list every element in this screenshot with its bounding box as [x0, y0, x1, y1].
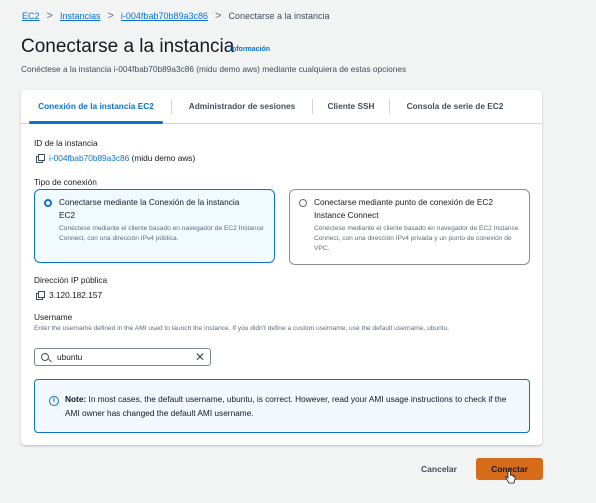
chevron-right-icon: > — [215, 10, 222, 22]
page-title: Conectarse a la instancia — [21, 36, 235, 57]
breadcrumb-current: Conectarse a la instancia — [228, 11, 330, 21]
tab-ssh-client[interactable]: Cliente SSH — [313, 90, 389, 123]
chevron-right-icon: > — [107, 10, 114, 22]
alert-strong: Note: — [65, 394, 87, 404]
username-field[interactable] — [57, 352, 177, 362]
breadcrumb-link-instance-id[interactable]: i-004fbab70b89a3c86 — [121, 11, 208, 21]
cancel-button[interactable]: Cancelar — [414, 459, 464, 479]
alert-text: Note: In most cases, the default usernam… — [65, 393, 515, 420]
info-alert: i Note: In most cases, the default usern… — [34, 379, 530, 433]
option-description: Conéctese mediante el cliente basado en … — [314, 225, 519, 252]
breadcrumb: EC2 > Instancias > i-004fbab70b89a3c86 >… — [22, 10, 330, 22]
option-ec2-endpoint-connect[interactable]: Conectarse mediante punto de conexión de… — [289, 189, 530, 265]
info-link[interactable]: Información — [230, 46, 270, 53]
option-title: Conectarse mediante la Conexión de la in… — [59, 197, 240, 220]
username-help: Enter the username defined in the AMI us… — [34, 325, 450, 332]
instance-id-value: i-004fbab70b89a3c86 (midu demo aws) — [36, 153, 195, 163]
instance-id-label: ID de la instancia — [34, 138, 98, 148]
instance-id-link[interactable]: i-004fbab70b89a3c86 — [49, 153, 129, 163]
option-description: Conéctese mediante el cliente basado en … — [59, 225, 264, 242]
tab-bar: Conexión de la instancia EC2 Administrad… — [21, 90, 542, 124]
tab-serial-console[interactable]: Consola de serie de EC2 — [390, 90, 520, 123]
info-icon: i — [49, 396, 59, 406]
breadcrumb-link-ec2[interactable]: EC2 — [22, 11, 40, 21]
tab-ec2-instance-connect[interactable]: Conexión de la instancia EC2 — [21, 90, 171, 124]
tab-session-manager[interactable]: Administrador de sesiones — [172, 90, 312, 123]
option-ec2-instance-connect[interactable]: Conectarse mediante la Conexión de la in… — [34, 189, 275, 263]
copy-icon[interactable] — [36, 154, 45, 163]
hand-cursor-icon — [505, 471, 516, 484]
username-label: Username — [34, 312, 73, 322]
page-subtitle: Conéctese a la instancia i-004fbab70b89a… — [21, 64, 407, 74]
username-input[interactable]: ✕ — [34, 348, 211, 366]
radio-icon[interactable] — [299, 199, 307, 207]
search-icon — [41, 353, 49, 361]
public-ip-value: 3.120.182.157 — [36, 290, 102, 300]
connection-type-label: Tipo de conexión — [34, 177, 97, 187]
radio-icon[interactable] — [44, 199, 52, 207]
instance-name: (midu demo aws) — [131, 153, 196, 163]
clear-icon[interactable]: ✕ — [195, 350, 205, 364]
option-title: Conectarse mediante punto de conexión de… — [314, 197, 493, 220]
public-ip-text: 3.120.182.157 — [49, 290, 103, 300]
public-ip-label: Dirección IP pública — [34, 275, 108, 285]
breadcrumb-link-instancias[interactable]: Instancias — [60, 11, 101, 21]
copy-icon[interactable] — [36, 291, 45, 300]
alert-body: In most cases, the default username, ubu… — [65, 394, 507, 418]
chevron-right-icon: > — [46, 10, 53, 22]
